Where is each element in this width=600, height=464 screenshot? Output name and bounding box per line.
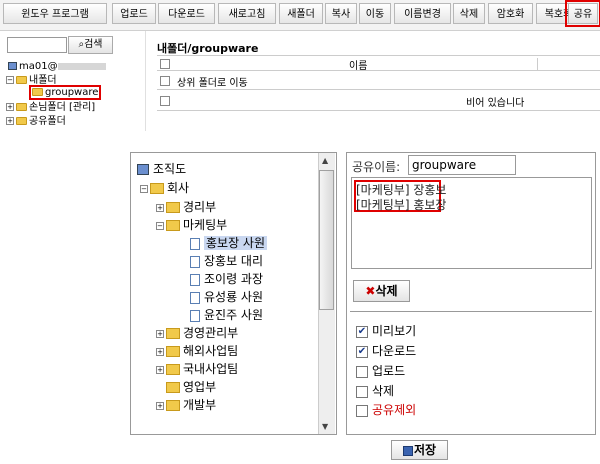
permission-upload[interactable]: 업로드: [356, 362, 405, 380]
delete-x-icon: ✖: [365, 284, 376, 298]
dept-node-dev[interactable]: + 개발부: [156, 396, 216, 414]
header-top-line: [157, 55, 600, 56]
header-bottom-line: [157, 70, 600, 71]
rename-button[interactable]: 이름변경: [394, 3, 451, 24]
folder-icon: [16, 103, 27, 111]
expand-icon: +: [156, 401, 164, 410]
share-name-input[interactable]: groupware: [408, 155, 516, 175]
member-node[interactable]: 홍보장 사원: [190, 234, 268, 252]
guest-folder-node[interactable]: + 손님폴더 [관리]: [6, 101, 95, 114]
search-button[interactable]: ⌕검색: [68, 36, 113, 54]
folder-icon: [166, 382, 180, 393]
dept-node-management[interactable]: + 경영관리부: [156, 324, 238, 342]
encrypt-button[interactable]: 암호화: [488, 3, 533, 24]
user-node[interactable]: ma01@: [8, 60, 106, 73]
save-button[interactable]: 저장: [391, 440, 448, 460]
dept-node-marketing[interactable]: − 마케팅부: [156, 216, 227, 234]
member-node[interactable]: 조이령 과장: [190, 270, 263, 288]
empty-row-checkbox[interactable]: [160, 96, 170, 106]
dept-node-sales[interactable]: 영업부: [166, 378, 216, 396]
upload-button[interactable]: 업로드: [112, 3, 156, 24]
expand-icon: +: [156, 203, 164, 212]
search-input[interactable]: [7, 37, 67, 53]
column-separator: [537, 58, 538, 70]
person-icon: [190, 255, 200, 268]
select-all-checkbox[interactable]: [160, 59, 170, 69]
refresh-button[interactable]: 새로고침: [218, 3, 276, 24]
expand-icon: +: [6, 117, 14, 125]
folder-icon: [166, 202, 180, 213]
share-divider: [350, 311, 592, 312]
folder-icon: [166, 328, 180, 339]
computer-icon: [8, 62, 17, 70]
delete-member-button[interactable]: ✖삭제: [353, 280, 410, 302]
shared-folder-node[interactable]: + 공유폴더: [6, 115, 66, 128]
company-node[interactable]: − 회사: [140, 179, 189, 197]
checkbox-checked-icon[interactable]: ✔: [356, 325, 368, 338]
share-member[interactable]: [마케팅부] 홍보장: [356, 196, 446, 213]
member-node[interactable]: 윤진주 사원: [190, 306, 263, 324]
permission-delete[interactable]: 삭제: [356, 382, 394, 400]
checkbox-icon[interactable]: [356, 365, 368, 378]
person-icon: [190, 309, 200, 322]
expand-icon: +: [156, 365, 164, 374]
row-line: [157, 89, 600, 90]
person-icon: [190, 291, 200, 304]
collapse-icon: −: [156, 221, 164, 230]
expand-icon: +: [156, 329, 164, 338]
folder-icon: [166, 364, 180, 375]
computer-icon: [137, 164, 149, 175]
person-icon: [190, 273, 200, 286]
user-domain-redacted: [57, 62, 106, 70]
member-node[interactable]: 유성룡 사원: [190, 288, 263, 306]
collapse-icon: −: [140, 184, 148, 193]
expand-icon: +: [156, 347, 164, 356]
parent-folder-link[interactable]: 상위 폴더로 이동: [177, 74, 248, 89]
dept-node-overseas[interactable]: + 해외사업팀: [156, 342, 238, 360]
download-button[interactable]: 다운로드: [158, 3, 215, 24]
folder-icon: [16, 117, 27, 125]
delete-file-button[interactable]: 삭제: [453, 3, 485, 24]
windows-program-button[interactable]: 윈도우 프로그램: [3, 3, 107, 24]
expand-icon: +: [6, 103, 14, 111]
permission-remove-share[interactable]: 공유제외: [356, 401, 416, 419]
folder-icon: [166, 346, 180, 357]
share-button[interactable]: 공유: [565, 0, 600, 27]
copy-button[interactable]: 복사: [325, 3, 357, 24]
current-path: 내폴더/groupware: [157, 42, 259, 55]
person-icon: [190, 237, 200, 250]
share-name-label: 공유이름:: [352, 160, 401, 174]
new-folder-button[interactable]: 새폴더: [279, 3, 323, 24]
move-button[interactable]: 이동: [359, 3, 391, 24]
scroll-down-icon[interactable]: ▼: [322, 422, 328, 431]
dept-node-accounting[interactable]: + 경리부: [156, 198, 216, 216]
org-root-node[interactable]: 조직도: [137, 160, 186, 178]
folder-icon: [166, 400, 180, 411]
panel-divider: [145, 31, 146, 131]
checkbox-checked-icon[interactable]: ✔: [356, 345, 368, 358]
collapse-icon: −: [6, 76, 14, 84]
empty-message: 비어 있습니다: [466, 98, 525, 109]
folder-icon: [32, 88, 43, 96]
floppy-disk-icon: [402, 445, 413, 456]
folder-icon: [16, 76, 27, 84]
row-line: [157, 110, 600, 111]
parent-row-checkbox[interactable]: [160, 76, 170, 86]
folder-open-icon: [150, 183, 164, 194]
permission-download[interactable]: ✔ 다운로드: [356, 342, 416, 360]
permission-preview[interactable]: ✔ 미리보기: [356, 322, 416, 340]
member-node[interactable]: 장홍보 대리: [190, 252, 263, 270]
scroll-thumb[interactable]: [319, 170, 334, 310]
groupware-folder-node[interactable]: groupware: [29, 85, 101, 100]
folder-open-icon: [166, 220, 180, 231]
toolbar: 윈도우 프로그램 업로드 다운로드 새로고침 새폴더 복사 이동 이름변경 삭제…: [0, 0, 600, 31]
scroll-up-icon[interactable]: ▲: [322, 156, 328, 165]
dept-node-domestic[interactable]: + 국내사업팀: [156, 360, 238, 378]
checkbox-icon[interactable]: [356, 404, 368, 417]
checkbox-icon[interactable]: [356, 385, 368, 398]
